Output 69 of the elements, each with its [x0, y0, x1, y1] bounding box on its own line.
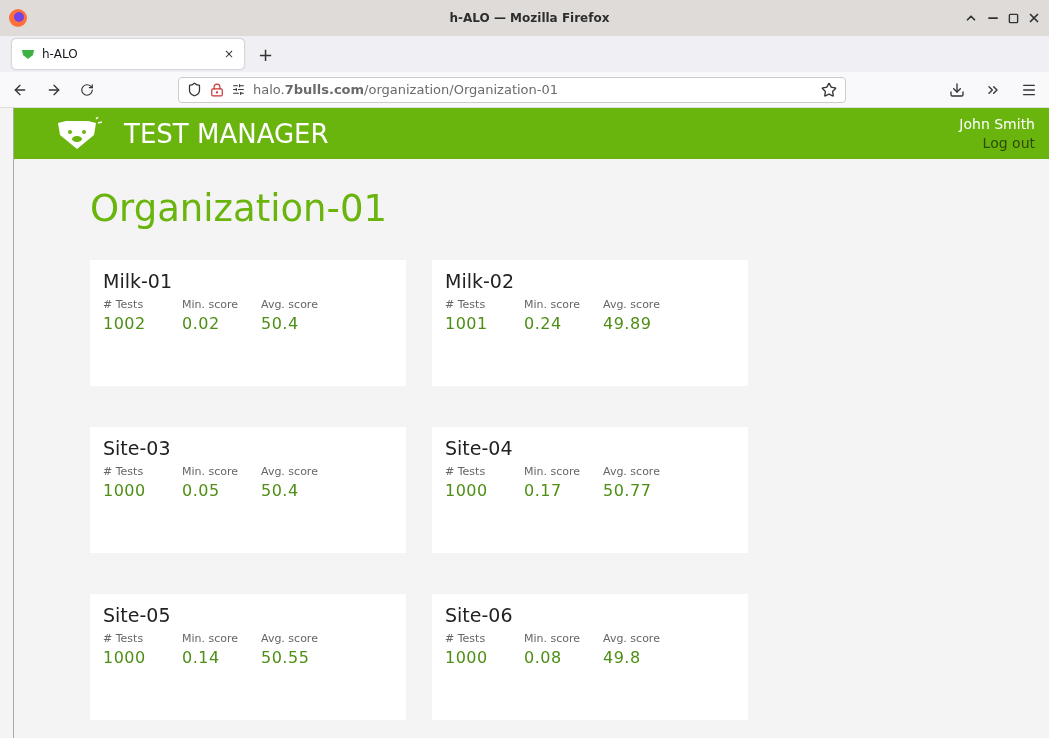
stat-value: 50.4	[261, 481, 300, 500]
lock-icon	[210, 82, 224, 97]
stat-label: Min. score	[524, 465, 582, 478]
stat-value: 49.89	[603, 314, 653, 333]
site-name: Site-06	[445, 604, 514, 626]
site-card[interactable]: Milk-01 # Tests Min. score Avg. score 1002 0.02 50.4	[90, 260, 406, 386]
url-text: halo.7bulls.com/organization/Organization-01	[253, 82, 559, 97]
shield-icon	[187, 82, 202, 97]
stat-label: Avg. score	[603, 298, 661, 311]
stat-label: Min. score	[182, 632, 240, 645]
stat-value: 1000	[103, 648, 147, 667]
stat-label: # Tests	[103, 465, 145, 478]
stat-label: Min. score	[524, 298, 582, 311]
stat-value: 1000	[445, 481, 489, 500]
site-card[interactable]: Milk-02 # Tests Min. score Avg. score 1001 0.24 49.89	[432, 260, 748, 386]
window-title: h-ALO — Mozilla Firefox	[448, 11, 611, 25]
browser-logo-icon	[8, 8, 28, 28]
stat-value: 0.08	[524, 648, 563, 667]
stat-label: Avg. score	[261, 632, 319, 645]
stat-value: 1001	[445, 314, 489, 333]
new-tab-button[interactable]: +	[258, 43, 274, 65]
restore-icon[interactable]	[1008, 12, 1019, 24]
bear-logo-icon	[56, 116, 102, 151]
permissions-icon	[232, 83, 245, 96]
stat-value: 50.77	[603, 481, 653, 500]
stat-label: Min. score	[182, 298, 240, 311]
stat-label: Avg. score	[603, 465, 661, 478]
reload-icon[interactable]	[80, 82, 94, 97]
site-name: Site-04	[445, 437, 514, 459]
stat-label: Avg. score	[261, 465, 319, 478]
stat-label: Avg. score	[603, 632, 661, 645]
download-icon[interactable]	[949, 81, 965, 98]
site-name: Milk-02	[445, 270, 515, 292]
stat-label: # Tests	[445, 465, 487, 478]
stat-value: 0.14	[182, 648, 221, 667]
stat-value: 0.17	[524, 481, 563, 500]
stat-value: 1002	[103, 314, 147, 333]
stat-label: # Tests	[103, 632, 145, 645]
browser-tab[interactable]: h-ALO ×	[12, 39, 244, 69]
stat-label: # Tests	[103, 298, 145, 311]
stat-label: Min. score	[524, 632, 582, 645]
stat-label: Avg. score	[261, 298, 319, 311]
site-card[interactable]: Site-06 # Tests Min. score Avg. score 1000 0.08 49.8	[432, 594, 748, 720]
stat-label: Min. score	[182, 465, 240, 478]
close-icon[interactable]	[1027, 11, 1041, 25]
stat-value: 0.05	[182, 481, 221, 500]
stat-label: # Tests	[445, 298, 487, 311]
stat-label: # Tests	[445, 632, 487, 645]
stat-value: 0.24	[524, 314, 563, 333]
app-title: TEST MANAGER	[124, 118, 329, 149]
stat-value: 49.8	[603, 648, 642, 667]
site-name: Milk-01	[103, 270, 173, 292]
site-card[interactable]: Site-04 # Tests Min. score Avg. score 1000 0.17 50.77	[432, 427, 748, 553]
stat-value: 0.02	[182, 314, 221, 333]
stat-value: 1000	[103, 481, 147, 500]
tab-close-icon[interactable]: ×	[223, 47, 234, 61]
bookmark-star-icon[interactable]	[821, 81, 837, 98]
stat-value: 1000	[445, 648, 489, 667]
page-title: Organization-01	[90, 187, 388, 230]
stat-value: 50.55	[261, 648, 311, 667]
tab-favicon-icon	[22, 49, 34, 59]
site-name: Site-03	[103, 437, 172, 459]
address-bar[interactable]: halo.7bulls.com/organization/Organization-01	[178, 76, 846, 103]
site-card[interactable]: Site-05 # Tests Min. score Avg. score 1000 0.14 50.55	[90, 594, 406, 720]
site-name: Site-05	[103, 604, 172, 626]
user-name: John Smith	[959, 116, 1035, 132]
stat-value: 50.4	[261, 314, 300, 333]
site-card[interactable]: Site-03 # Tests Min. score Avg. score 1000 0.05 50.4	[90, 427, 406, 553]
logout-link[interactable]: Log out	[982, 135, 1035, 151]
